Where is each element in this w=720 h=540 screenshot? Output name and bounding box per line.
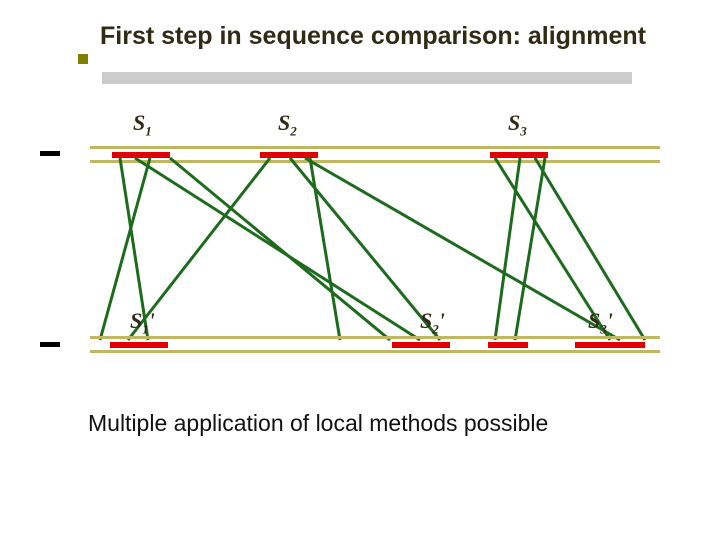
seg-s1p — [110, 342, 168, 348]
title-shadow — [102, 72, 632, 84]
label-s3p: S3' — [588, 308, 613, 337]
label-s1p: S1' — [130, 308, 155, 337]
bullet-icon — [78, 54, 88, 64]
footer-text: Multiple application of local methods po… — [88, 410, 548, 437]
bottom-rail — [90, 336, 660, 339]
bottom-rail-2 — [90, 350, 660, 353]
seg-s3p-a — [488, 342, 528, 348]
page-title: First step in sequence comparison: align… — [100, 22, 646, 51]
label-s2p: S2' — [420, 308, 445, 337]
alignment-diagram: S1 S2 S3 S1' S2' S3' — [40, 110, 680, 370]
seg-s3p-b — [575, 342, 645, 348]
seg-s2p — [392, 342, 450, 348]
